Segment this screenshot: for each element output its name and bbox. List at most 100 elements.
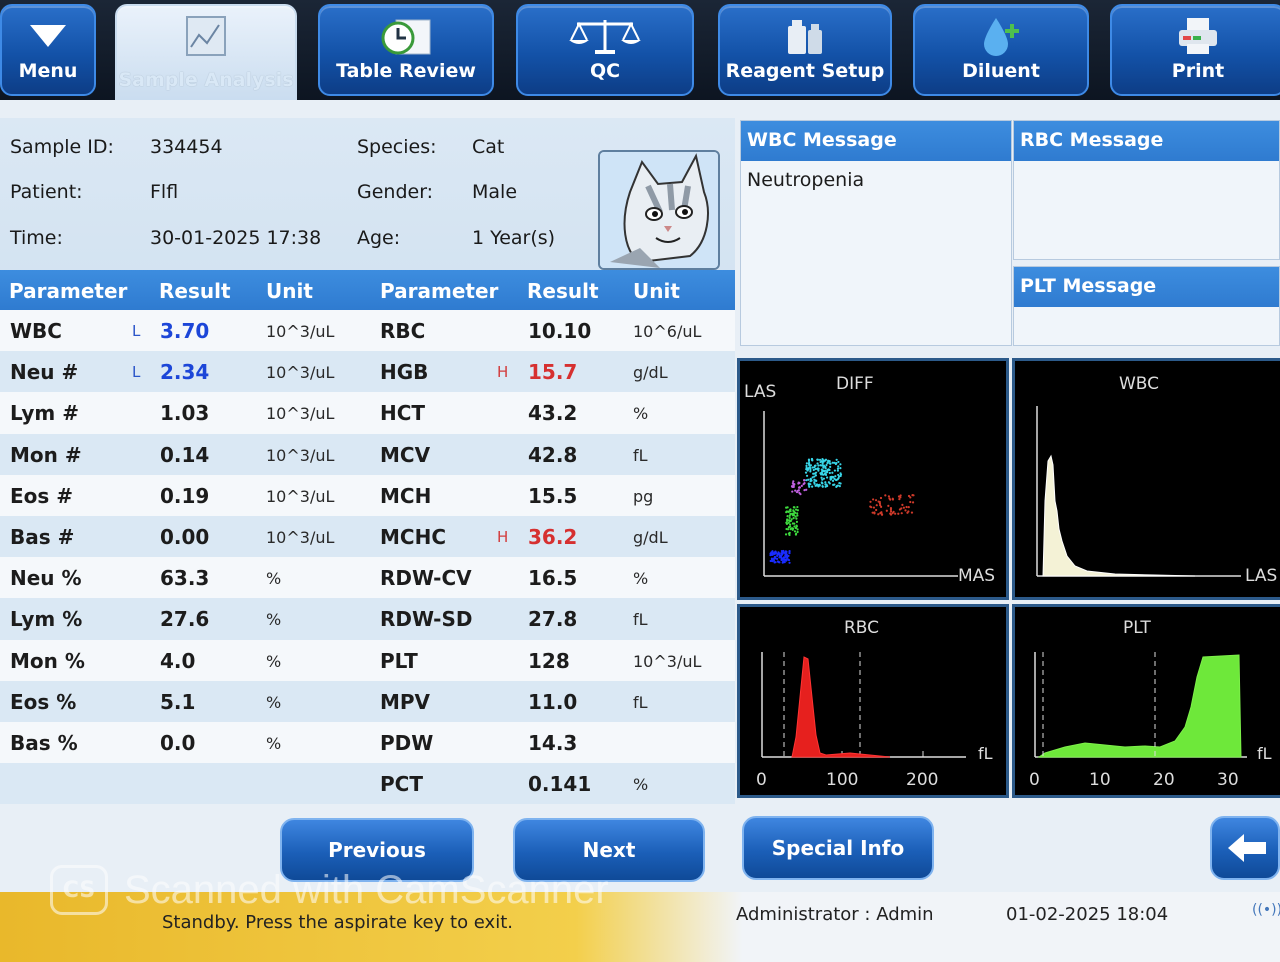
diff-point	[793, 522, 796, 525]
rbc-histogram: RBC fL 0 100 200	[737, 604, 1009, 798]
diff-point	[887, 504, 890, 507]
tab-sample-analysis[interactable]: Sample Analysis	[115, 4, 297, 105]
diff-point	[803, 479, 806, 482]
chart-icon	[117, 14, 295, 58]
diff-point	[769, 559, 772, 563]
diff-point	[820, 468, 823, 471]
diff-point	[769, 552, 772, 555]
gender-value: Male	[472, 181, 518, 203]
diff-point	[822, 460, 825, 463]
results-table: Parameter Result Unit Parameter Result U…	[0, 270, 735, 805]
reagent-setup-label: Reagent Setup	[725, 60, 885, 82]
result-value: 0.00	[160, 524, 210, 549]
result-value: 128	[528, 648, 570, 673]
table-review-button[interactable]: Table Review	[318, 4, 494, 96]
print-label: Print	[1171, 60, 1225, 82]
diff-point	[819, 464, 822, 467]
diff-point	[826, 461, 829, 465]
unit-value: %	[633, 404, 649, 424]
rbc-hist-curve	[791, 656, 891, 758]
result-value: 15.7	[528, 360, 578, 385]
parameter-name: MCHC	[380, 524, 446, 549]
diff-point	[892, 510, 895, 513]
diff-point	[796, 509, 799, 512]
diff-point	[779, 555, 782, 558]
diluent-button[interactable]: Diluent	[913, 4, 1089, 96]
unit-value: 10^3/uL	[266, 363, 335, 383]
diff-point	[795, 524, 798, 527]
species-value: Cat	[472, 136, 505, 158]
unit-value: fL	[633, 610, 648, 630]
back-button[interactable]	[1210, 816, 1280, 880]
diff-point	[789, 519, 792, 523]
table-row: Bas % 0.0% PDW 14.3	[0, 721, 735, 764]
diff-point	[902, 506, 905, 509]
diff-point	[813, 481, 816, 484]
diff-point	[791, 490, 794, 493]
table-row: PCT 0.141%	[0, 763, 735, 805]
diff-point	[820, 476, 823, 479]
diff-point	[817, 469, 820, 472]
col-parameter-1: Parameter	[9, 279, 128, 303]
diff-point	[811, 466, 814, 469]
plt-message-title: PLT Message	[1014, 267, 1279, 307]
diff-point	[781, 558, 784, 561]
diff-point	[805, 464, 808, 467]
plt-tick-0: 0	[1029, 770, 1040, 790]
result-value: 14.3	[528, 730, 578, 755]
table-row: Lym # 1.03 10^3/uL HCT 43.2%	[0, 392, 735, 434]
sample-id-value: 334454	[150, 136, 223, 158]
result-value: 27.6	[160, 607, 210, 632]
plt-tick-20: 20	[1153, 770, 1175, 790]
qc-button[interactable]: QC	[516, 4, 694, 96]
unit-value: 10^3/uL	[266, 445, 335, 465]
wbc-message-text: Neutropenia	[747, 169, 865, 191]
diff-point	[819, 472, 822, 475]
diff-point	[773, 556, 776, 559]
menu-button[interactable]: Menu	[0, 4, 96, 96]
camscanner-watermark: CS Scanned with CamScanner	[50, 862, 609, 918]
diff-point	[826, 471, 829, 474]
unit-value: 10^3/uL	[266, 527, 335, 547]
parameter-name: Lym %	[10, 607, 83, 632]
reagent-bottles-icon	[720, 14, 890, 58]
diff-point	[823, 472, 827, 475]
plt-tick-30: 30	[1217, 770, 1239, 790]
diff-point	[875, 504, 878, 507]
diff-point	[827, 468, 830, 471]
diff-point	[875, 508, 878, 512]
print-button[interactable]: Print	[1110, 4, 1280, 96]
diff-point	[788, 508, 792, 512]
patient-value: Flfl	[150, 181, 179, 203]
reagent-setup-button[interactable]: Reagent Setup	[718, 4, 892, 96]
unit-value: g/dL	[633, 527, 668, 547]
diff-point	[834, 475, 837, 478]
diff-point	[789, 523, 792, 526]
diff-point	[894, 512, 897, 515]
diff-point	[773, 552, 776, 556]
diff-point	[910, 511, 914, 514]
special-info-button[interactable]: Special Info	[742, 816, 934, 880]
diff-point	[792, 480, 795, 483]
diff-point	[821, 473, 824, 476]
result-value: 10.10	[528, 319, 592, 343]
unit-value: 10^3/uL	[266, 322, 335, 341]
time-value: 30-01-2025 17:38	[150, 227, 322, 249]
unit-value: %	[266, 733, 282, 753]
diff-point	[825, 483, 828, 486]
parameter-name: WBC	[10, 319, 62, 343]
diff-point	[821, 458, 824, 461]
result-flag: H	[497, 363, 509, 382]
unit-value: %	[633, 569, 649, 589]
diff-point	[835, 478, 838, 482]
diff-point	[786, 515, 789, 518]
rbc-hist-title: RBC	[844, 618, 879, 638]
rbc-tick-0: 0	[756, 770, 767, 790]
rbc-message-panel: RBC Message	[1013, 120, 1280, 260]
diff-point	[837, 460, 840, 464]
diff-point	[907, 506, 910, 509]
time-label: Time:	[10, 227, 63, 249]
diff-point	[776, 552, 779, 556]
diff-point	[829, 477, 832, 480]
diff-point	[785, 510, 788, 513]
